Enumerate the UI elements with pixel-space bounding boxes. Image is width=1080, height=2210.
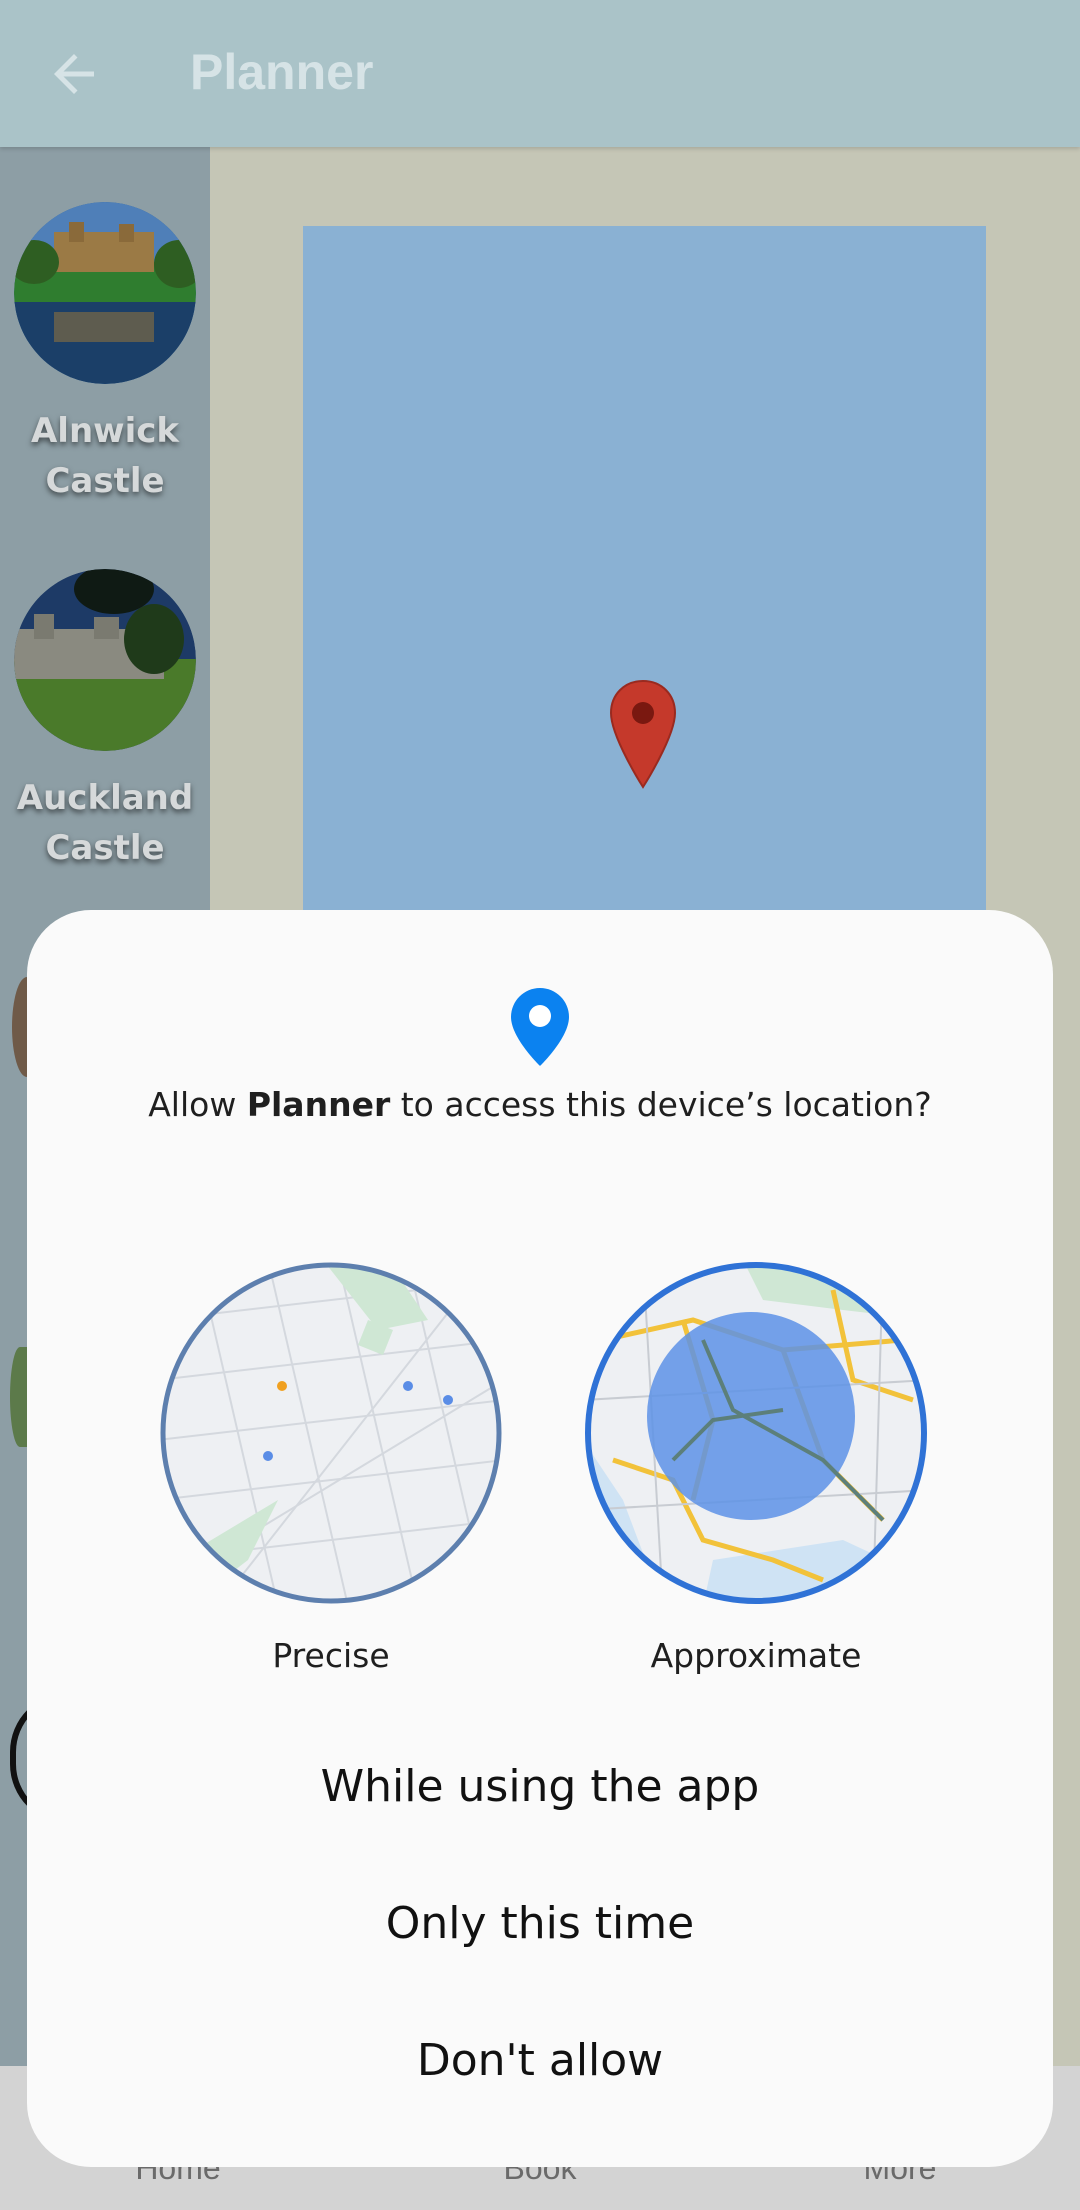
approximate-option[interactable]: Approximate [583,1260,929,1675]
precise-map-icon [160,1262,502,1604]
only-this-time-button[interactable]: Only this time [27,1869,1053,1979]
dialog-question: Allow Planner to access this device’s lo… [148,1085,932,1124]
while-using-app-button[interactable]: While using the app [27,1732,1053,1842]
approximate-map-icon [585,1262,927,1604]
precise-option[interactable]: Precise [158,1260,504,1675]
approximate-label: Approximate [650,1636,862,1675]
location-permission-dialog: Allow Planner to access this device’s lo… [27,910,1053,2167]
precise-label: Precise [272,1636,390,1675]
dont-allow-button[interactable]: Don't allow [27,2006,1053,2116]
location-pin-icon [511,988,569,1066]
